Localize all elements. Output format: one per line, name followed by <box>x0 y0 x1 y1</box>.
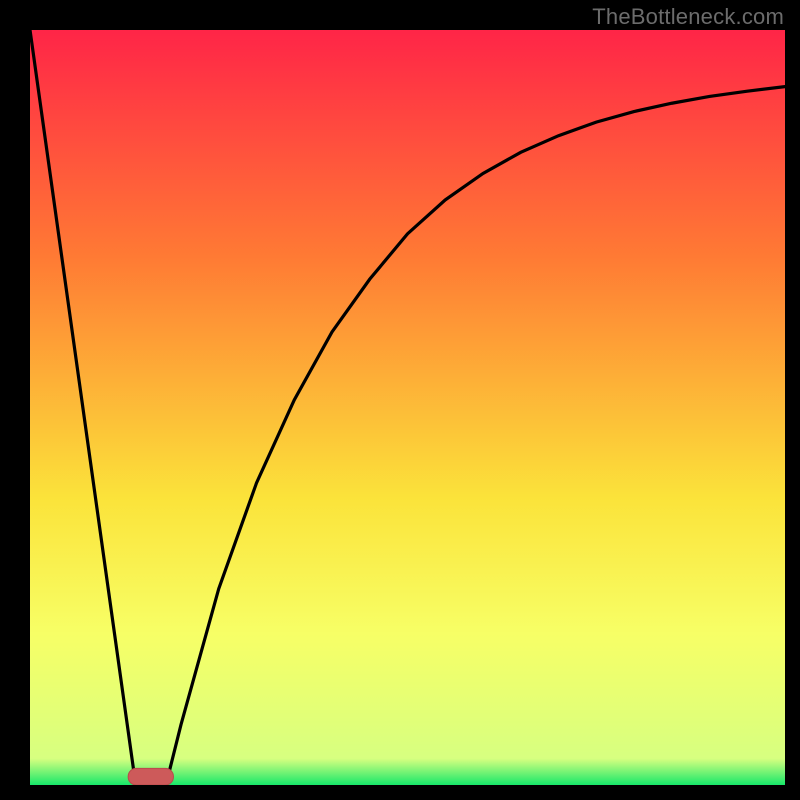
bottleneck-marker <box>128 768 173 785</box>
gradient-bg <box>30 30 785 785</box>
plot-area <box>30 30 785 785</box>
chart-frame: TheBottleneck.com <box>0 0 800 800</box>
watermark-label: TheBottleneck.com <box>592 4 784 30</box>
chart-svg <box>30 30 785 785</box>
